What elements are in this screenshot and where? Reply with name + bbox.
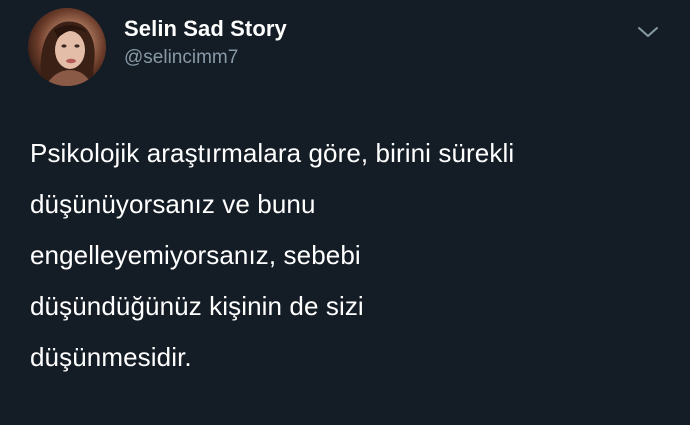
tweet-header: Selin Sad Story @selincimm7: [28, 8, 670, 86]
user-handle[interactable]: @selincimm7: [124, 46, 287, 70]
display-name[interactable]: Selin Sad Story: [124, 16, 287, 42]
author-info: Selin Sad Story @selincimm7: [124, 16, 287, 70]
tweet-card: Selin Sad Story @selincimm7 Psikolojik a…: [0, 0, 690, 425]
tweet-text: Psikolojik araştırmalara göre, birini sü…: [30, 138, 515, 372]
avatar[interactable]: [28, 8, 106, 86]
avatar-photo: [40, 21, 98, 86]
chevron-down-icon[interactable]: [636, 22, 660, 42]
